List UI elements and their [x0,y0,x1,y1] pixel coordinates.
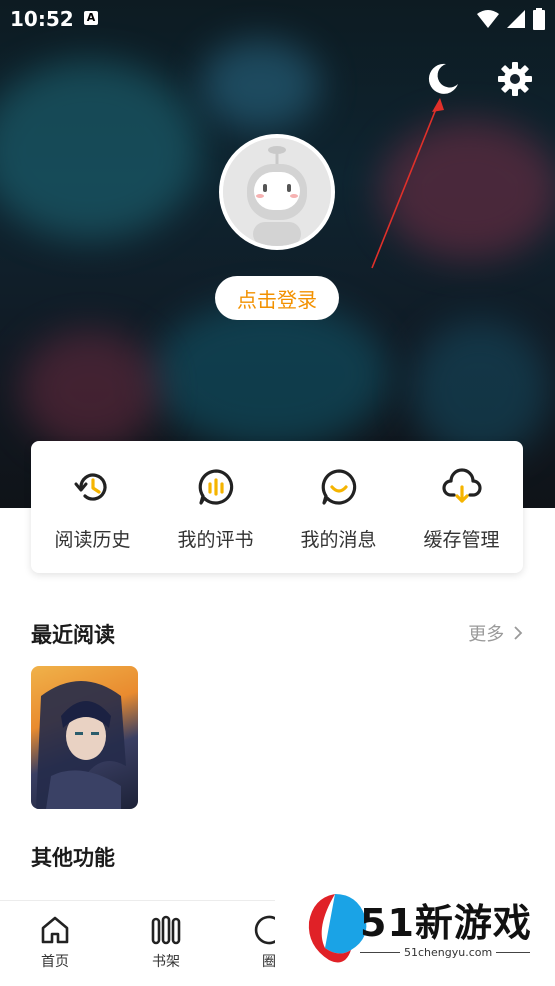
quick-action-messages[interactable]: 我的消息 [277,441,400,573]
quick-action-label: 阅读历史 [54,529,131,551]
message-icon [321,469,356,505]
shelf-icon [151,915,181,945]
status-badge: A [84,11,98,25]
tab-label: 首页 [41,954,69,970]
quick-action-label: 我的评书 [177,529,254,551]
quick-action-cache[interactable]: 缓存管理 [400,441,523,573]
annotation-arrow [371,98,444,269]
cloud-download-icon [441,468,482,503]
more-link[interactable]: 更多 [468,620,524,646]
gear-icon[interactable] [496,60,534,98]
chevron-right-icon [514,626,523,640]
history-icon [74,473,107,501]
book-cover[interactable] [31,666,138,809]
watermark-brand: 51新游戏 [360,901,532,945]
signal-icon [507,10,525,28]
tab-shelf[interactable]: 书架 [131,913,201,971]
other-functions-title: 其他功能 [31,845,115,870]
home-icon [41,916,69,944]
login-button[interactable]: 点击登录 [215,276,339,320]
quick-actions-card: 阅读历史 我的评书 我的消息 缓存管理 [31,441,523,573]
quick-action-history[interactable]: 阅读历史 [31,441,154,573]
tab-label: 书架 [152,954,180,970]
book-cover-illustration [36,681,126,809]
battery-icon [533,8,545,30]
more-label: 更多 [468,624,505,645]
wifi-icon [477,10,499,28]
quick-action-label: 我的消息 [300,529,377,551]
tab-label: 圈 [262,954,276,970]
status-time: 10:52 [10,7,74,31]
avatar[interactable] [219,134,335,250]
default-avatar-robot-icon [223,138,331,246]
watermark-url: 51chengyu.com [400,946,497,959]
recent-reading-title: 最近阅读 [31,622,115,647]
quick-action-reviews[interactable]: 我的评书 [154,441,277,573]
tab-home[interactable]: 首页 [20,913,90,971]
status-icons [477,8,545,30]
status-bar: 10:52 A [0,0,555,38]
quick-action-label: 缓存管理 [423,529,500,551]
profile-header-background [0,0,555,508]
review-icon [198,469,233,505]
